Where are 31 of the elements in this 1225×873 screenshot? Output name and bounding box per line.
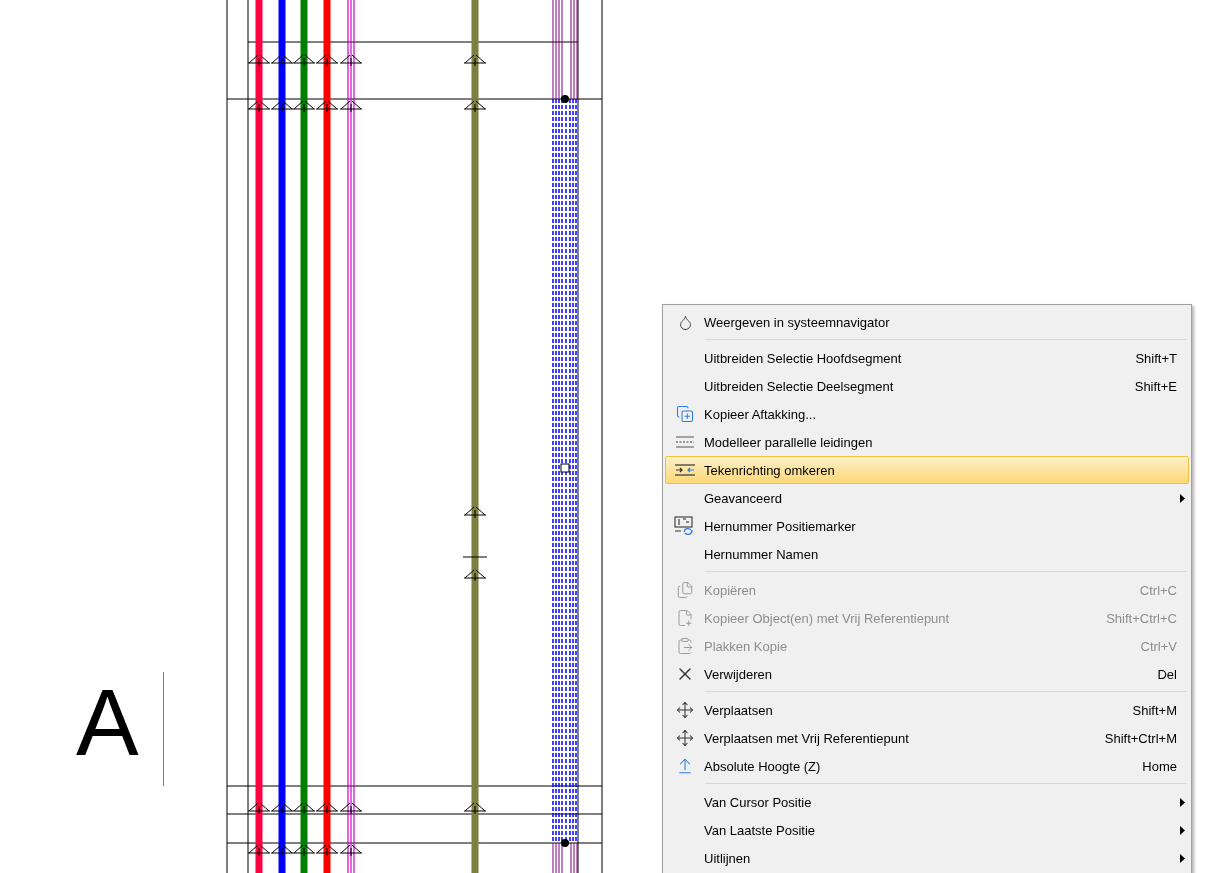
reverse-arrows-icon: [674, 464, 696, 476]
copy-plus-icon: [676, 405, 694, 423]
submenu-arrow-icon: [1180, 825, 1185, 835]
parallel-lines-icon: [675, 435, 695, 449]
menu-item[interactable]: Verplaatsen Shift+M: [665, 696, 1189, 724]
menu-item[interactable]: Geavanceerd: [665, 484, 1189, 512]
submenu-arrow-icon: [1180, 797, 1185, 807]
menu-item[interactable]: Tekenrichting omkeren: [665, 456, 1189, 484]
menu-item[interactable]: Modelleer parallelle leidingen: [665, 428, 1189, 456]
menu-item[interactable]: Hernummer Namen: [665, 540, 1189, 568]
submenu-arrow-icon: [1180, 493, 1185, 503]
copy-plus-icon: [676, 609, 694, 627]
renumber-icon: [674, 516, 696, 536]
menu-item[interactable]: Weergeven in systeemnavigator: [665, 308, 1189, 336]
submenu-arrow-icon: [1180, 853, 1185, 863]
section-label: A: [76, 676, 139, 770]
menu-item[interactable]: Van Laatste Positie: [665, 816, 1189, 844]
height-arrow-icon: [676, 757, 694, 775]
menu-item[interactable]: Van Cursor Positie: [665, 788, 1189, 816]
menu-item[interactable]: Uitlijnen: [665, 844, 1189, 872]
move-icon: [676, 701, 694, 719]
menu-item[interactable]: Hernummer Positiemarker: [665, 512, 1189, 540]
copy-icon: [676, 581, 694, 599]
menu-item[interactable]: Uitbreiden Selectie Hoofdsegment Shift+T: [665, 344, 1189, 372]
menu-item[interactable]: Verwijderen Del: [665, 660, 1189, 688]
paste-icon: [676, 637, 694, 655]
menu-item[interactable]: Uitbreiden Selectie Deelsegment Shift+E: [665, 372, 1189, 400]
menu-item[interactable]: Verplaatsen met Vrij Referentiepunt Shift+Ctrl+M: [665, 724, 1189, 752]
menu-item[interactable]: Kopieer Aftakking...: [665, 400, 1189, 428]
menu-item[interactable]: Absolute Hoogte (Z) Home: [665, 752, 1189, 780]
move-icon: [676, 729, 694, 747]
